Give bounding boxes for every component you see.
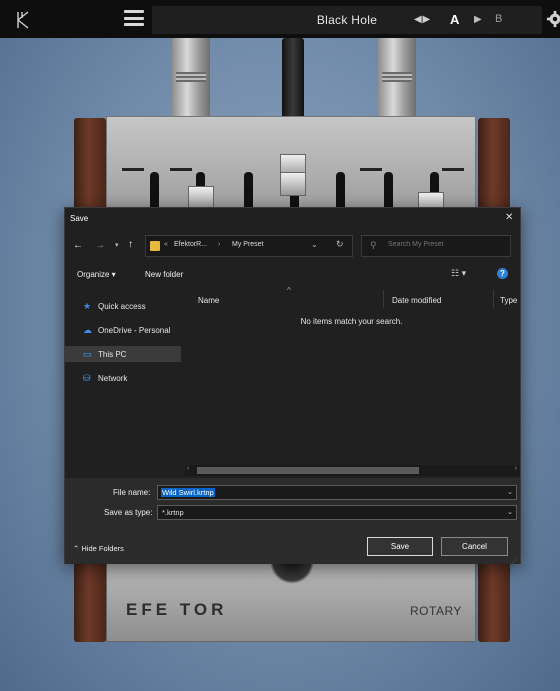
hide-folders-toggle[interactable]: ⌃ Hide Folders — [73, 544, 124, 553]
nav-item-label: Network — [98, 374, 128, 383]
gear-icon[interactable] — [546, 10, 560, 28]
save-as-type-label: Save as type: — [104, 508, 153, 517]
back-arrow-icon[interactable]: ← — [73, 240, 83, 251]
panel-marking — [170, 168, 192, 171]
file-name-value[interactable]: Wild Swirl.krtnp — [161, 488, 215, 497]
forward-arrow-icon[interactable]: → — [95, 240, 105, 251]
audio-cable — [282, 38, 304, 126]
network-icon: ⛁ — [83, 373, 91, 383]
column-header-name[interactable]: Name — [198, 296, 219, 310]
close-icon[interactable]: ✕ — [505, 212, 513, 223]
horizontal-scrollbar[interactable]: ‹ › — [185, 465, 520, 476]
dialog-title: Save — [70, 214, 89, 223]
file-details-pane: File name: Wild Swirl.krtnp ⌄ Save as ty… — [65, 478, 520, 564]
nav-item-this-pc[interactable]: ▭ This PC — [65, 346, 181, 362]
new-folder-button[interactable]: New folder — [145, 270, 183, 279]
change-view-icon[interactable]: ☷ ▾ — [451, 268, 466, 279]
breadcrumb-item[interactable]: My Preset — [232, 241, 264, 248]
column-header-date-modified[interactable]: Date modified — [392, 296, 441, 310]
nav-item-label: OneDrive - Personal — [98, 326, 171, 335]
model-name: ROTARY — [410, 604, 462, 618]
save-button[interactable]: Save — [367, 537, 433, 556]
preset-name: Black Hole — [316, 13, 378, 27]
navigation-pane: ★ Quick access ☁ OneDrive - Personal ▭ T… — [65, 288, 183, 476]
file-name-field[interactable]: Wild Swirl.krtnp ⌄ — [157, 485, 517, 500]
star-icon: ★ — [83, 301, 92, 311]
plugin-top-bar: Black Hole ◀ ▶ A ▶ B — [0, 0, 560, 38]
cancel-button[interactable]: Cancel — [441, 537, 508, 556]
nav-item-label: This PC — [98, 350, 127, 359]
scroll-left-icon[interactable]: ‹ — [187, 465, 189, 472]
column-divider[interactable] — [493, 290, 494, 308]
chevron-down-icon[interactable]: ⌄ — [507, 508, 513, 516]
panel-marking — [122, 168, 144, 171]
save-as-type-value: *.krtnp — [162, 508, 184, 517]
search-input[interactable] — [388, 241, 503, 248]
nav-item-label: Quick access — [98, 302, 146, 311]
recent-locations-dropdown-icon[interactable]: ▾ — [115, 241, 119, 249]
search-box[interactable]: ⚲ — [361, 235, 511, 257]
preset-selector[interactable]: Black Hole ◀ ▶ A ▶ B — [152, 6, 542, 34]
fader-handle[interactable] — [280, 172, 306, 196]
preset-prev-next-arrows-icon[interactable]: ◀ ▶ — [414, 14, 430, 25]
nav-item-network[interactable]: ⛁ Network — [65, 370, 181, 386]
chevron-down-icon[interactable]: ⌄ — [507, 488, 513, 496]
folder-icon — [150, 241, 160, 251]
search-icon: ⚲ — [370, 240, 377, 250]
column-header-type[interactable]: Type — [500, 296, 517, 310]
resize-grip-icon[interactable]: ⋰ — [512, 557, 518, 564]
column-divider[interactable] — [383, 290, 384, 308]
panel-marking — [442, 168, 464, 171]
chevron-down-icon[interactable]: ⌄ — [311, 240, 318, 249]
address-bar[interactable]: « EfektorR... › My Preset ⌄ ↻ — [145, 235, 353, 257]
file-name-label: File name: — [113, 488, 151, 497]
nav-item-quick-access[interactable]: ★ Quick access — [65, 298, 181, 314]
organize-menu[interactable]: Organize ▾ — [77, 270, 116, 279]
footswitch[interactable] — [270, 562, 314, 584]
scrollbar-thumb[interactable] — [197, 467, 419, 474]
breadcrumb-item[interactable]: EfektorR... — [174, 241, 207, 248]
save-as-type-select[interactable]: *.krtnp ⌄ — [157, 505, 517, 520]
sort-indicator-icon: ^ — [287, 286, 291, 295]
panel-marking — [360, 168, 382, 171]
monitor-icon: ▭ — [83, 349, 92, 359]
cloud-icon: ☁ — [83, 325, 92, 335]
ab-copy-arrow-icon[interactable]: ▶ — [474, 14, 482, 25]
up-arrow-icon[interactable]: ↑ — [128, 239, 133, 250]
empty-results-message: No items match your search. — [300, 317, 403, 326]
breadcrumb-separator[interactable]: › — [218, 241, 220, 248]
breadcrumb-overflow[interactable]: « — [164, 241, 168, 248]
scroll-right-icon[interactable]: › — [515, 465, 517, 472]
help-icon[interactable]: ? — [497, 268, 508, 279]
ab-slot-a-button[interactable]: A — [450, 12, 459, 27]
efektor-logo-icon[interactable] — [14, 10, 34, 30]
hamburger-menu-icon[interactable] — [124, 10, 144, 26]
brand-logo-text: EFE TOR — [126, 600, 228, 619]
nav-item-onedrive[interactable]: ☁ OneDrive - Personal — [65, 322, 181, 338]
output-jack — [378, 38, 416, 126]
input-jack — [172, 38, 210, 126]
save-dialog: Save ✕ ← → ▾ ↑ « EfektorR... › My Preset… — [64, 207, 521, 564]
ab-slot-b-button[interactable]: B — [495, 13, 502, 25]
refresh-icon[interactable]: ↻ — [336, 239, 344, 250]
